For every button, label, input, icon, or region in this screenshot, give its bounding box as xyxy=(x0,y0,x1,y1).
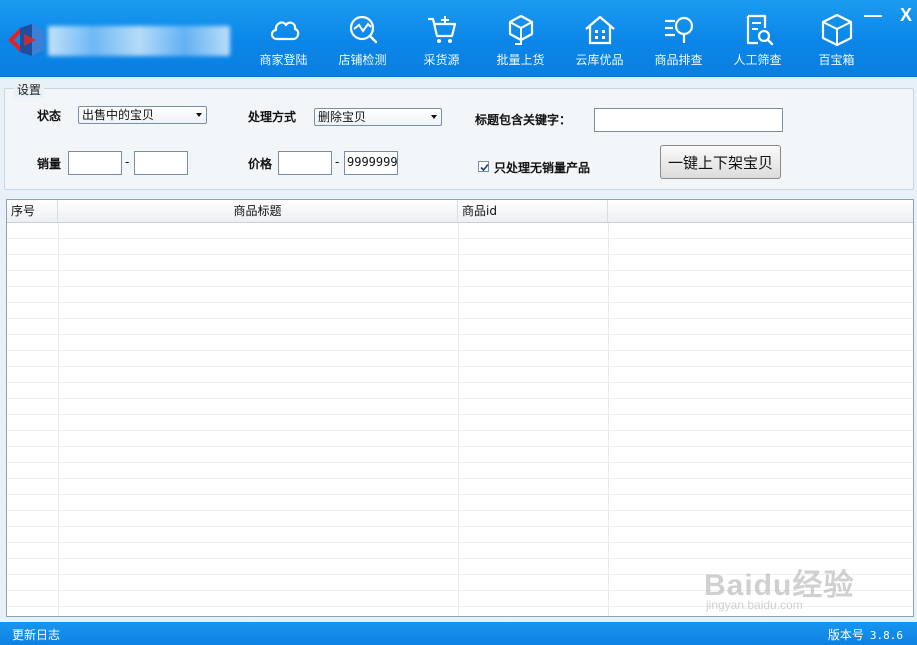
chevron-down-icon xyxy=(431,115,437,119)
method-select[interactable]: 删除宝贝 xyxy=(314,108,442,126)
version-number: 3.8.6 xyxy=(869,629,903,642)
nav-label: 店铺检测 xyxy=(338,53,387,67)
table-header: 序号 商品标题 商品id xyxy=(7,200,913,223)
price-label: 价格 xyxy=(248,157,273,171)
nav-product-check[interactable]: 商品排查 xyxy=(639,0,718,76)
only-zero-sales-label: 只处理无销量产品 xyxy=(494,161,591,175)
status-select[interactable]: 出售中的宝贝 xyxy=(78,106,207,124)
minimize-button[interactable]: — xyxy=(862,4,884,26)
only-zero-sales-checkbox[interactable] xyxy=(478,161,489,172)
column-divider xyxy=(58,223,59,616)
keyword-label: 标题包含关键字： xyxy=(475,113,572,127)
status-label: 状态 xyxy=(37,109,62,123)
nav-label: 商家登陆 xyxy=(259,53,308,67)
range-separator: - xyxy=(125,155,130,169)
cube-icon xyxy=(821,13,852,47)
column-product-id[interactable]: 商品id xyxy=(458,200,608,222)
chevron-down-icon xyxy=(196,113,202,117)
nav-source-goods[interactable]: 采货源 xyxy=(402,0,481,76)
version-info: 版本号 3.8.6 xyxy=(828,626,903,643)
document-search-icon xyxy=(746,14,773,46)
method-label: 处理方式 xyxy=(248,110,297,124)
column-index[interactable]: 序号 xyxy=(7,200,58,222)
changelog-link[interactable]: 更新日志 xyxy=(12,626,60,643)
nav-merchant-login[interactable]: 商家登陆 xyxy=(244,0,323,76)
warehouse-icon xyxy=(584,15,615,45)
cloud-icon xyxy=(270,21,299,41)
settings-group: 设置 状态 出售中的宝贝 处理方式 删除宝贝 标题包含关键字： 销量 - 价格 … xyxy=(4,81,914,190)
range-separator: - xyxy=(335,155,340,169)
cart-plus-icon xyxy=(427,16,456,43)
column-divider xyxy=(458,223,459,616)
price-max-input[interactable]: 9999999 xyxy=(344,151,398,175)
title-bar: 商家登陆 店铺检测 采货源 批量上货 云库优品 商品排查 人工筛查 百宝箱 — … xyxy=(0,0,917,77)
sales-label: 销量 xyxy=(37,157,62,171)
version-label: 版本号 xyxy=(827,628,864,642)
store-check-icon xyxy=(349,15,377,44)
check-icon xyxy=(480,163,489,172)
product-table: 序号 商品标题 商品id xyxy=(6,199,914,617)
column-divider xyxy=(608,223,609,616)
method-select-value: 删除宝贝 xyxy=(318,110,367,124)
sales-min-input[interactable] xyxy=(68,151,122,175)
app-logo xyxy=(6,22,46,58)
nav-label: 百宝箱 xyxy=(818,53,855,67)
nav-manual-screening[interactable]: 人工筛查 xyxy=(718,0,797,76)
close-button[interactable]: X xyxy=(895,4,917,26)
main-nav: 商家登陆 店铺检测 采货源 批量上货 云库优品 商品排查 人工筛查 百宝箱 xyxy=(244,0,876,76)
nav-label: 云库优品 xyxy=(575,53,624,67)
column-blank xyxy=(608,200,913,222)
nav-label: 采货源 xyxy=(423,53,460,67)
logo-icon xyxy=(8,24,44,56)
status-select-value: 出售中的宝贝 xyxy=(82,108,155,122)
keyword-input[interactable] xyxy=(594,108,783,132)
nav-store-check[interactable]: 店铺检测 xyxy=(323,0,402,76)
brand-name-blurred xyxy=(48,26,230,56)
table-body[interactable] xyxy=(7,223,913,616)
nav-label: 人工筛查 xyxy=(733,53,782,67)
sales-max-input[interactable] xyxy=(134,151,188,175)
column-title[interactable]: 商品标题 xyxy=(58,200,458,222)
settings-legend: 设置 xyxy=(14,81,45,98)
box-upload-icon xyxy=(508,14,533,45)
nav-label: 批量上货 xyxy=(496,53,545,67)
one-click-listing-button[interactable]: 一键上下架宝贝 xyxy=(660,145,781,179)
nav-cloud-goods[interactable]: 云库优品 xyxy=(560,0,639,76)
nav-label: 商品排查 xyxy=(654,53,703,67)
list-search-icon xyxy=(664,16,693,43)
nav-batch-upload[interactable]: 批量上货 xyxy=(481,0,560,76)
status-bar: 更新日志 版本号 3.8.6 xyxy=(0,622,917,645)
price-min-input[interactable] xyxy=(278,151,332,175)
